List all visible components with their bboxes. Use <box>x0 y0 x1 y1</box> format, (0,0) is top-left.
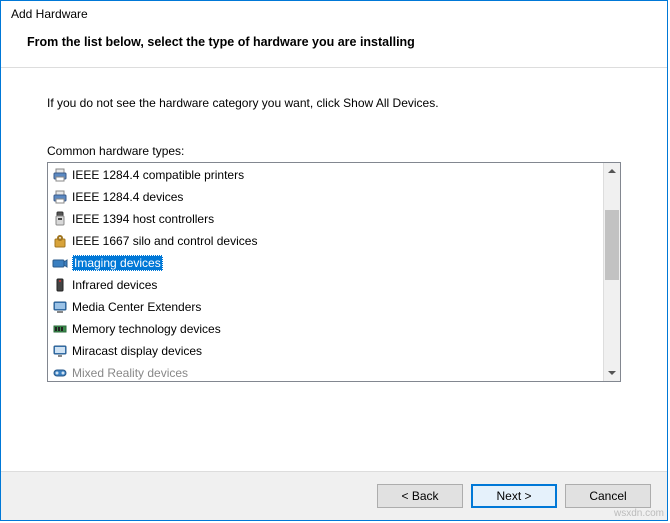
scroll-down-button[interactable] <box>604 364 620 381</box>
mixed-reality-icon <box>52 365 68 381</box>
list-item-label: Media Center Extenders <box>72 300 201 314</box>
list-item-label: Miracast display devices <box>72 344 202 358</box>
wizard-footer: < Back Next > Cancel <box>1 471 667 520</box>
list-item-label: Infrared devices <box>72 278 157 292</box>
list-item-label: Memory technology devices <box>72 322 221 336</box>
list-item[interactable]: IEEE 1284.4 compatible printers <box>48 164 603 186</box>
list-item[interactable]: IEEE 1284.4 devices <box>48 186 603 208</box>
list-item[interactable]: Imaging devices <box>48 252 603 274</box>
add-hardware-wizard-window: Add Hardware From the list below, select… <box>0 0 668 521</box>
list-item-label: IEEE 1667 silo and control devices <box>72 234 257 248</box>
next-button[interactable]: Next > <box>471 484 557 508</box>
list-item[interactable]: IEEE 1667 silo and control devices <box>48 230 603 252</box>
list-item-label: IEEE 1284.4 compatible printers <box>72 168 244 182</box>
list-item[interactable]: Media Center Extenders <box>48 296 603 318</box>
scroll-track[interactable] <box>604 180 620 364</box>
printer-icon <box>52 167 68 183</box>
page-title: From the list below, select the type of … <box>27 35 641 49</box>
chevron-down-icon <box>608 370 616 375</box>
media-extender-icon <box>52 299 68 315</box>
wizard-header: From the list below, select the type of … <box>1 25 667 68</box>
memory-icon <box>52 321 68 337</box>
list-item-label: IEEE 1284.4 devices <box>72 190 183 204</box>
list-label: Common hardware types: <box>47 144 621 158</box>
scroll-up-button[interactable] <box>604 163 620 180</box>
back-button[interactable]: < Back <box>377 484 463 508</box>
printer-icon <box>52 189 68 205</box>
wizard-body: If you do not see the hardware category … <box>1 68 667 471</box>
list-item[interactable]: IEEE 1394 host controllers <box>48 208 603 230</box>
window-title: Add Hardware <box>1 1 667 25</box>
list-item-label: Mixed Reality devices <box>72 366 188 380</box>
camera-icon <box>52 255 68 271</box>
list-item[interactable]: Memory technology devices <box>48 318 603 340</box>
scrollbar[interactable] <box>603 163 620 381</box>
firewire-icon <box>52 211 68 227</box>
list-item[interactable]: Infrared devices <box>48 274 603 296</box>
scroll-thumb[interactable] <box>605 210 619 280</box>
list-item-label: IEEE 1394 host controllers <box>72 212 214 226</box>
silo-icon <box>52 233 68 249</box>
list-item[interactable]: Miracast display devices <box>48 340 603 362</box>
infrared-icon <box>52 277 68 293</box>
hardware-types-listbox[interactable]: IEEE 1284.4 compatible printers IEEE 1284… <box>47 162 621 382</box>
list-item[interactable]: Mixed Reality devices <box>48 362 603 381</box>
display-icon <box>52 343 68 359</box>
chevron-up-icon <box>608 169 616 174</box>
watermark: wsxdn.com <box>614 508 664 519</box>
list-item-label: Imaging devices <box>72 255 163 271</box>
cancel-button[interactable]: Cancel <box>565 484 651 508</box>
instruction-text: If you do not see the hardware category … <box>47 96 621 110</box>
